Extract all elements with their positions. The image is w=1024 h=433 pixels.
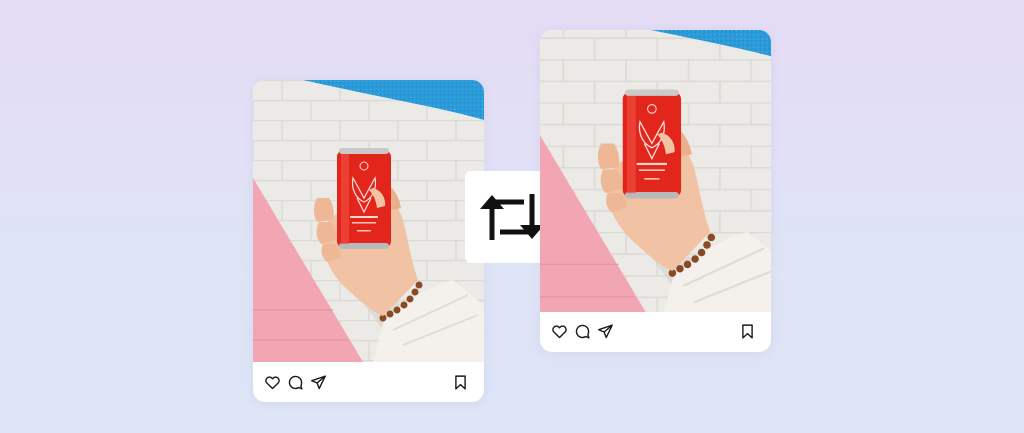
photo-hand-holding-red-can xyxy=(253,80,484,362)
post-card-reposted xyxy=(540,30,771,352)
photo-hand-holding-red-can-cropped xyxy=(540,30,771,312)
comment-icon xyxy=(288,375,303,390)
comment-button[interactable] xyxy=(571,320,593,342)
share-icon xyxy=(597,323,613,338)
post-actions xyxy=(540,310,771,352)
post-photo[interactable] xyxy=(540,30,771,312)
post-card-original xyxy=(253,80,484,402)
save-button[interactable] xyxy=(449,371,471,393)
save-button[interactable] xyxy=(736,320,758,342)
share-icon xyxy=(310,374,326,389)
post-actions xyxy=(253,362,484,402)
bookmark-icon xyxy=(741,323,753,339)
like-button[interactable] xyxy=(261,371,283,393)
like-button[interactable] xyxy=(548,320,570,342)
post-photo[interactable] xyxy=(253,80,484,362)
share-button[interactable] xyxy=(307,371,329,393)
heart-icon xyxy=(551,324,567,338)
repost-icon xyxy=(480,194,544,240)
share-button[interactable] xyxy=(594,320,616,342)
bookmark-icon xyxy=(454,374,466,390)
comment-icon xyxy=(575,324,590,339)
heart-icon xyxy=(264,375,280,389)
comment-button[interactable] xyxy=(284,371,306,393)
